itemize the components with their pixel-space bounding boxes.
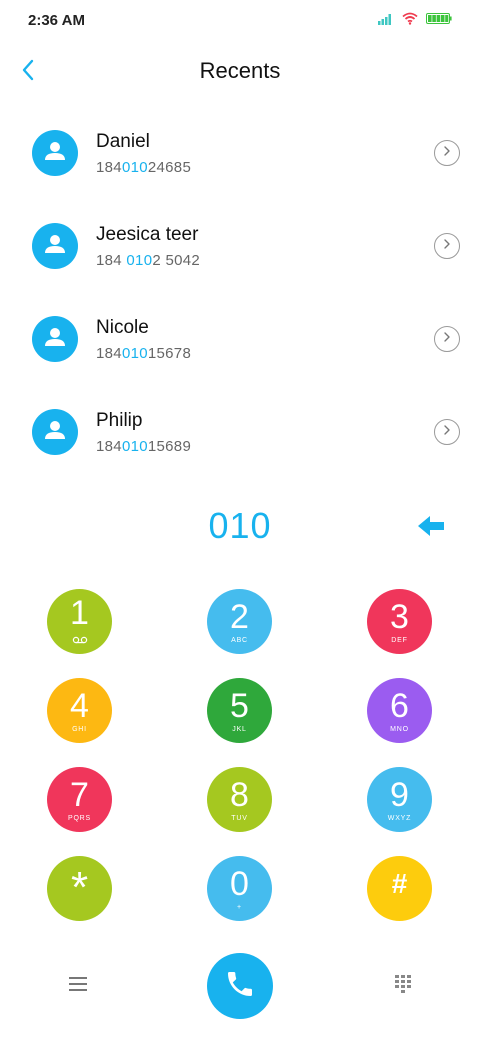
contact-number: 18401024685 — [96, 159, 191, 176]
key-8[interactable]: 8 TUV — [207, 767, 272, 832]
avatar — [32, 223, 78, 269]
person-icon — [42, 138, 68, 169]
key-letters: ABC — [231, 637, 248, 644]
key-6[interactable]: 6 MNO — [367, 678, 432, 743]
key-4[interactable]: 4 GHI — [47, 678, 112, 743]
number-suffix: 15689 — [147, 438, 192, 455]
menu-icon — [68, 976, 88, 997]
battery-icon — [426, 13, 452, 24]
recent-call-item[interactable]: Nicole 18401015678 — [0, 293, 480, 386]
dialpad-icon — [394, 974, 412, 999]
key-row: 4 GHI 5 JKL 6 MNO — [0, 678, 480, 767]
key-9[interactable]: 9 WXYZ — [367, 767, 432, 832]
number-prefix: 184 — [96, 159, 122, 176]
key-digit: 1 — [70, 594, 89, 632]
dialed-number: 010 — [208, 505, 272, 546]
number-match: 010 — [121, 345, 148, 362]
contact-number: 18401015689 — [96, 438, 191, 455]
contact-number: 184 0102 5042 — [96, 252, 200, 269]
status-bar: 2:36 AM — [0, 0, 480, 44]
avatar — [32, 409, 78, 455]
key-row: * 0 + # — [0, 856, 480, 945]
status-time: 2:36 AM — [28, 12, 85, 29]
key-3[interactable]: 3 DEF — [367, 589, 432, 654]
header: Recents — [0, 48, 480, 96]
wifi-icon — [402, 12, 418, 25]
contact-detail-button[interactable] — [434, 419, 460, 445]
keypad-toggle-button[interactable] — [391, 974, 415, 998]
voicemail-icon — [72, 631, 88, 649]
person-icon — [42, 231, 68, 262]
key-letters: JKL — [232, 726, 247, 733]
key-5[interactable]: 5 JKL — [207, 678, 272, 743]
key-letters: DEF — [391, 637, 408, 644]
key-digit: 2 — [230, 598, 249, 636]
keypad: 1 2 ABC 3 DEF 4 GHI 5 JKL 6 MNO 7 PQRS 8 TUV 9 WXYZ * 0 + # — [0, 589, 480, 945]
menu-button[interactable] — [66, 974, 90, 998]
key-digit: 9 — [390, 776, 409, 814]
contact-name: Philip — [96, 410, 143, 431]
number-prefix: 184 — [96, 345, 122, 362]
key-2[interactable]: 2 ABC — [207, 589, 272, 654]
contact-name: Daniel — [96, 131, 150, 152]
chevron-right-icon — [442, 330, 452, 348]
key-letters: MNO — [390, 726, 409, 733]
key-hash[interactable]: # — [367, 856, 432, 921]
key-row: 1 2 ABC 3 DEF — [0, 589, 480, 678]
recent-call-item[interactable]: Daniel 18401024685 — [0, 107, 480, 200]
key-letters: GHI — [72, 726, 87, 733]
key-digit: 0 — [230, 865, 249, 903]
number-prefix: 184 — [96, 438, 122, 455]
number-prefix: 184 — [96, 252, 127, 269]
backspace-button[interactable] — [416, 513, 446, 543]
key-digit: 5 — [230, 687, 249, 725]
person-icon — [42, 324, 68, 355]
status-icons — [378, 12, 452, 25]
key-1[interactable]: 1 — [47, 589, 112, 654]
key-digit: 7 — [70, 776, 89, 814]
number-match: 010 — [121, 159, 148, 176]
recents-list: Daniel 18401024685 Jeesica teer 184 0102… — [0, 107, 480, 479]
key-7[interactable]: 7 PQRS — [47, 767, 112, 832]
number-suffix: 24685 — [147, 159, 192, 176]
key-row: 7 PQRS 8 TUV 9 WXYZ — [0, 767, 480, 856]
avatar — [32, 130, 78, 176]
contact-name: Jeesica teer — [96, 224, 199, 245]
key-star[interactable]: * — [47, 856, 112, 921]
key-digit: 8 — [230, 776, 249, 814]
number-suffix: 2 5042 — [152, 252, 201, 269]
dial-display: 010 — [0, 503, 480, 555]
chevron-right-icon — [442, 144, 452, 162]
key-digit: 4 — [70, 687, 89, 725]
key-letters: + — [237, 904, 242, 911]
bottom-bar — [0, 952, 480, 1020]
avatar — [32, 316, 78, 362]
phone-icon — [224, 968, 256, 1005]
key-digit: 3 — [390, 598, 409, 636]
chevron-right-icon — [442, 423, 452, 441]
number-match: 010 — [126, 252, 153, 269]
key-letters: PQRS — [67, 815, 92, 822]
contact-detail-button[interactable] — [434, 140, 460, 166]
chevron-right-icon — [442, 237, 452, 255]
contact-detail-button[interactable] — [434, 326, 460, 352]
contact-detail-button[interactable] — [434, 233, 460, 259]
recent-call-item[interactable]: Jeesica teer 184 0102 5042 — [0, 200, 480, 293]
key-digit: # — [391, 868, 408, 899]
key-0[interactable]: 0 + — [207, 856, 272, 921]
recent-call-item[interactable]: Philip 18401015689 — [0, 386, 480, 479]
contact-number: 18401015678 — [96, 345, 191, 362]
number-suffix: 15678 — [147, 345, 192, 362]
key-letters: WXYZ — [387, 815, 412, 822]
key-letters: TUV — [231, 815, 248, 822]
page-title: Recents — [199, 58, 281, 83]
person-icon — [42, 417, 68, 448]
call-button[interactable] — [207, 953, 273, 1019]
key-digit: 6 — [390, 687, 409, 725]
signal-icon — [378, 13, 394, 25]
number-match: 010 — [121, 438, 148, 455]
contact-name: Nicole — [96, 317, 149, 338]
key-digit: * — [70, 863, 89, 912]
backspace-icon — [417, 515, 445, 542]
